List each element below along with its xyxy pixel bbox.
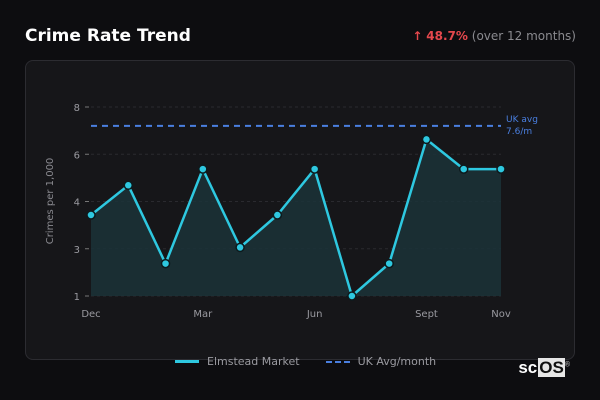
x-tick-label: Nov (491, 309, 511, 320)
x-tick-label: Sept (415, 309, 438, 320)
data-point (272, 210, 283, 220)
data-point (86, 210, 96, 220)
y-tick-label: 6 (74, 150, 80, 161)
legend-swatch-dashed (325, 360, 350, 363)
logo-text: sc (518, 358, 538, 377)
y-tick-label: 3 (74, 245, 80, 256)
data-point (235, 242, 245, 253)
logo-text-box: OS (538, 358, 565, 377)
data-point (421, 134, 432, 145)
data-point (347, 291, 357, 301)
y-tick-label: 8 (74, 103, 80, 114)
legend-item-reference[interactable]: UK Avg/month (325, 355, 437, 368)
data-point (160, 258, 171, 269)
data-point (198, 164, 208, 174)
logo: sc OS® (517, 358, 570, 378)
reference-label: UK avg (506, 115, 538, 125)
x-tick-label: Dec (81, 309, 100, 320)
y-axis-label: Crimes per 1,000 (45, 158, 56, 245)
data-point (458, 164, 469, 174)
line-chart: 1 3 4 6 8 Dec Mar Jun Sept Nov Crimes per 1,000 UK … (45, 103, 538, 320)
y-tick-label: 4 (74, 198, 80, 209)
x-tick-label: Mar (193, 309, 213, 320)
data-point (384, 258, 394, 269)
y-tick-label: 1 (74, 292, 80, 303)
x-tick-label: Jun (306, 309, 323, 320)
legend-label: Elmstead Market (207, 355, 300, 368)
logo-mark: ® (564, 361, 570, 369)
data-point (123, 180, 134, 191)
legend-item-series[interactable]: Elmstead Market (175, 355, 300, 368)
legend-label: UK Avg/month (357, 355, 437, 368)
legend-swatch-solid (175, 360, 199, 363)
legend: Elmstead Market UK Avg/month (175, 355, 436, 368)
data-point (496, 164, 506, 174)
reference-label: 7.6/m (506, 127, 532, 137)
area-fill (91, 139, 501, 296)
data-point (309, 164, 320, 174)
